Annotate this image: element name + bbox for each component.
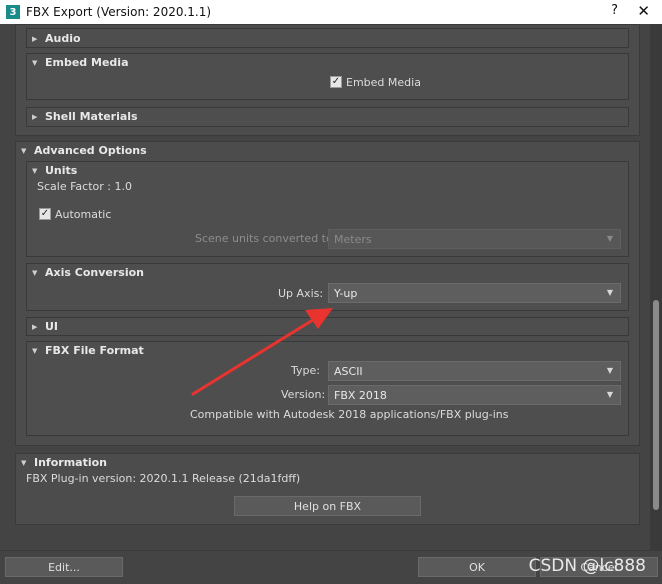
advanced-options-header[interactable]: ▼ Advanced Options bbox=[21, 144, 147, 157]
window-title: FBX Export (Version: 2020.1.1) bbox=[26, 5, 212, 19]
scene-units-value: Meters bbox=[334, 232, 372, 246]
expanded-triangle-icon: ▼ bbox=[21, 146, 27, 155]
up-axis-label: Up Axis: bbox=[278, 287, 324, 300]
ok-button[interactable]: OK bbox=[418, 557, 536, 577]
units-header[interactable]: ▼ Units bbox=[32, 164, 77, 177]
audio-title: Audio bbox=[45, 32, 81, 45]
edit-button[interactable]: Edit... bbox=[5, 557, 123, 577]
scene-units-label: Scene units converted to: bbox=[195, 232, 337, 245]
type-value: ASCII bbox=[334, 364, 363, 378]
up-axis-value: Y-up bbox=[334, 286, 358, 300]
collapsed-triangle-icon: ▶ bbox=[32, 112, 38, 121]
type-label: Type: bbox=[291, 364, 320, 377]
embed-media-checkbox[interactable]: ✓ bbox=[330, 76, 342, 88]
type-dropdown[interactable]: ASCII ▼ bbox=[328, 361, 621, 381]
ui-rollout bbox=[26, 317, 629, 336]
plugin-version-text: FBX Plug-in version: 2020.1.1 Release (2… bbox=[26, 472, 301, 485]
shell-materials-title: Shell Materials bbox=[45, 110, 138, 123]
automatic-checkbox[interactable]: ✓ bbox=[39, 208, 51, 220]
audio-header[interactable]: ▶ Audio bbox=[32, 32, 81, 45]
scene-units-dropdown[interactable]: Meters ▼ bbox=[328, 229, 621, 249]
version-dropdown[interactable]: FBX 2018 ▼ bbox=[328, 385, 621, 405]
audio-rollout bbox=[26, 28, 629, 48]
embed-media-header[interactable]: ▼ Embed Media bbox=[32, 56, 129, 69]
watermark: CSDN @lc888 bbox=[528, 556, 646, 576]
close-button[interactable]: ✕ bbox=[637, 2, 650, 20]
ui-header[interactable]: ▶ UI bbox=[32, 320, 58, 333]
help-on-fbx-button[interactable]: Help on FBX bbox=[234, 496, 421, 516]
app-icon: 3 bbox=[6, 5, 20, 19]
collapsed-triangle-icon: ▶ bbox=[32, 34, 38, 43]
ui-title: UI bbox=[45, 320, 59, 333]
chevron-down-icon: ▼ bbox=[606, 390, 613, 399]
automatic-label: Automatic bbox=[55, 208, 112, 221]
chevron-down-icon: ▼ bbox=[606, 288, 613, 297]
version-value: FBX 2018 bbox=[334, 388, 387, 402]
expanded-triangle-icon: ▼ bbox=[32, 166, 38, 175]
axis-conversion-header[interactable]: ▼ Axis Conversion bbox=[32, 266, 144, 279]
fbx-file-format-header[interactable]: ▼ FBX File Format bbox=[32, 344, 144, 357]
chevron-down-icon: ▼ bbox=[606, 366, 613, 375]
axis-conversion-title: Axis Conversion bbox=[45, 266, 144, 279]
shell-materials-header[interactable]: ▶ Shell Materials bbox=[32, 110, 138, 123]
version-label: Version: bbox=[281, 388, 326, 401]
expanded-triangle-icon: ▼ bbox=[21, 458, 27, 467]
expanded-triangle-icon: ▼ bbox=[32, 346, 38, 355]
fbx-file-format-title: FBX File Format bbox=[45, 344, 144, 357]
collapsed-triangle-icon: ▶ bbox=[32, 322, 38, 331]
embed-media-label: Embed Media bbox=[346, 76, 421, 89]
embed-media-title: Embed Media bbox=[45, 56, 129, 69]
up-axis-dropdown[interactable]: Y-up ▼ bbox=[328, 283, 621, 303]
compatibility-text: Compatible with Autodesk 2018 applicatio… bbox=[190, 408, 509, 421]
information-header[interactable]: ▼ Information bbox=[21, 456, 107, 469]
units-title: Units bbox=[45, 164, 78, 177]
advanced-options-title: Advanced Options bbox=[34, 144, 147, 157]
help-button[interactable]: ? bbox=[611, 3, 618, 18]
expanded-triangle-icon: ▼ bbox=[32, 268, 38, 277]
scale-factor-text: Scale Factor : 1.0 bbox=[37, 180, 132, 193]
expanded-triangle-icon: ▼ bbox=[32, 58, 38, 67]
scrollbar-thumb[interactable] bbox=[653, 300, 659, 510]
chevron-down-icon: ▼ bbox=[606, 234, 613, 243]
information-title: Information bbox=[34, 456, 107, 469]
title-bar: 3 FBX Export (Version: 2020.1.1) ? ✕ bbox=[0, 0, 662, 24]
